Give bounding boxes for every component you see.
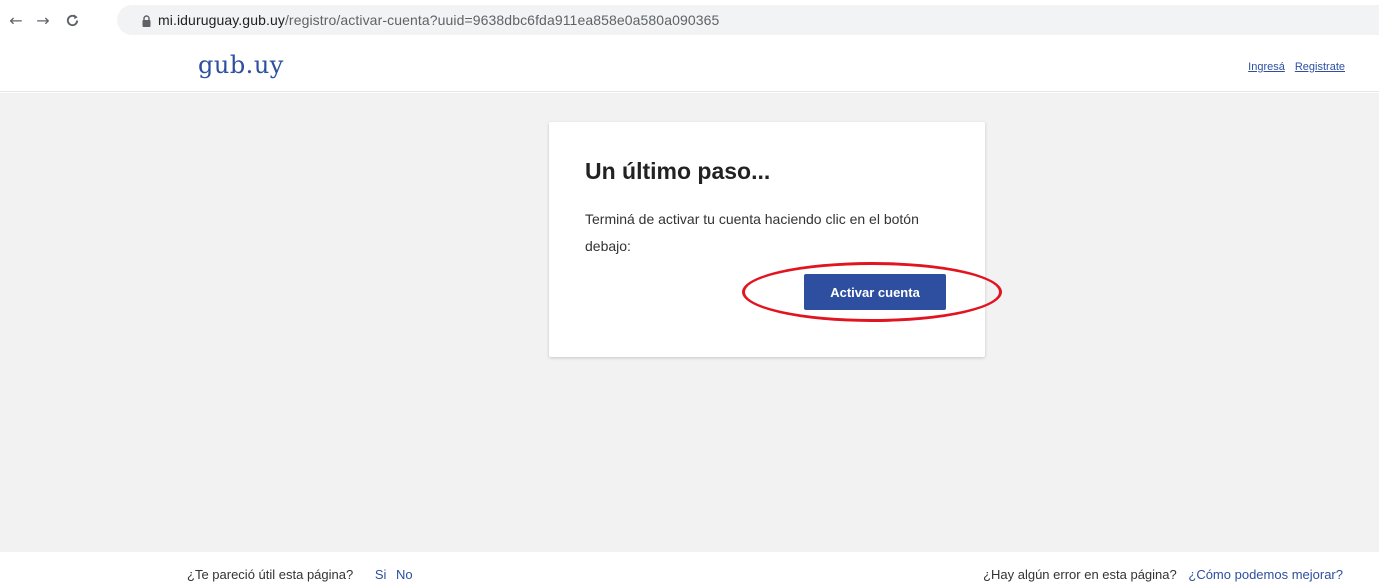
useful-question: ¿Te pareció útil esta página? bbox=[187, 567, 354, 582]
feedback-error: ¿Hay algún error en esta página? ¿Cómo p… bbox=[983, 567, 1343, 582]
url-host: mi.iduruguay.gub.uy bbox=[158, 12, 285, 28]
url-path: /registro/activar-cuenta?uuid=9638dbc6fd… bbox=[284, 12, 720, 28]
arrow-left-icon[interactable]: ← bbox=[5, 9, 27, 31]
address-bar[interactable]: mi.iduruguay.gub.uy/registro/activar-cue… bbox=[117, 5, 1379, 35]
arrow-right-icon[interactable]: → bbox=[32, 9, 54, 31]
error-question: ¿Hay algún error en esta página? bbox=[983, 567, 1177, 582]
url-text: mi.iduruguay.gub.uy/registro/activar-cue… bbox=[158, 12, 719, 28]
main-content: Un último paso... Terminá de activar tu … bbox=[0, 93, 1379, 552]
improve-link[interactable]: ¿Cómo podemos mejorar? bbox=[1188, 567, 1343, 582]
card-instructions: Terminá de activar tu cuenta haciendo cl… bbox=[585, 211, 919, 254]
gubuy-logo[interactable]: gub.uy bbox=[198, 51, 284, 79]
no-link[interactable]: No bbox=[396, 567, 413, 582]
register-link[interactable]: Registrate bbox=[1295, 61, 1345, 73]
footer: ¿Te pareció útil esta página? Si No ¿Hay… bbox=[0, 552, 1379, 588]
feedback-useful: ¿Te pareció útil esta página? Si No bbox=[187, 567, 413, 582]
header-links: Ingresá Registrate bbox=[1248, 61, 1345, 73]
yes-link[interactable]: Si bbox=[375, 567, 387, 582]
reload-icon[interactable] bbox=[61, 9, 83, 31]
card-title: Un último paso... bbox=[585, 158, 771, 184]
browser-toolbar: ← → mi.iduruguay.gub.uy/registro/activar… bbox=[0, 0, 1379, 40]
lock-icon bbox=[142, 14, 151, 27]
site-header: gub.uy Ingresá Registrate bbox=[0, 40, 1379, 92]
login-link[interactable]: Ingresá bbox=[1248, 61, 1285, 73]
activate-account-button[interactable]: Activar cuenta bbox=[804, 274, 946, 310]
activation-card: Un último paso... Terminá de activar tu … bbox=[549, 122, 985, 357]
